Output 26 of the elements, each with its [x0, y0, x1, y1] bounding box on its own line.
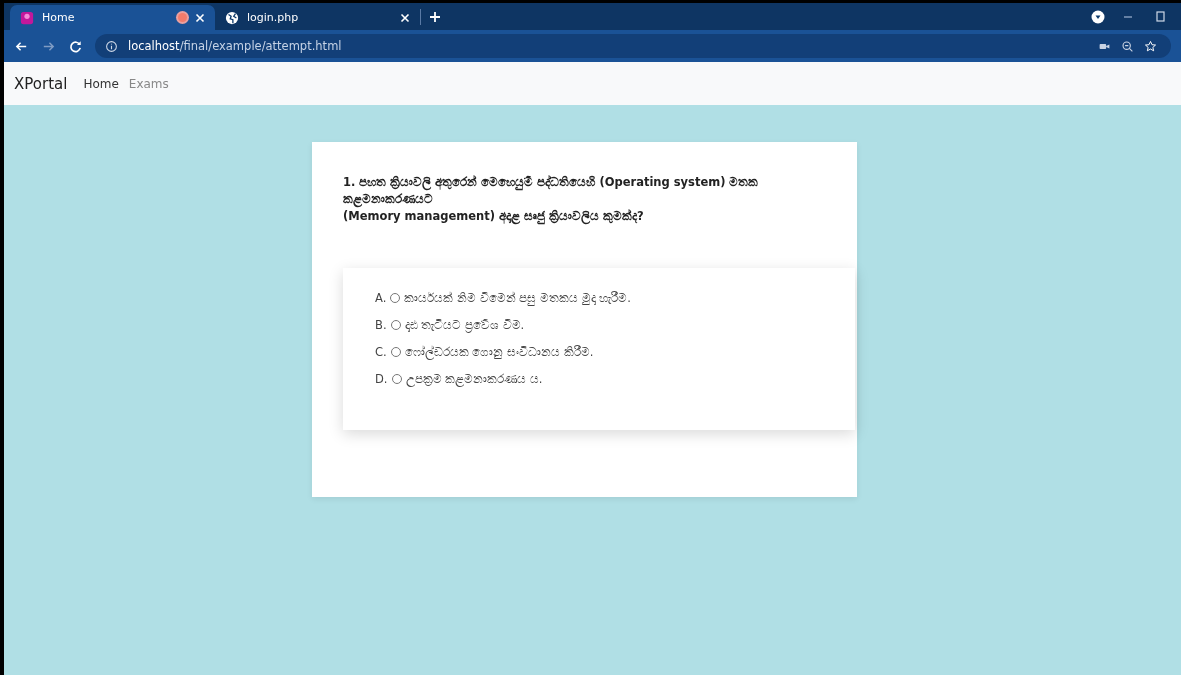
profile-icon[interactable] — [1091, 10, 1105, 24]
info-icon[interactable] — [105, 39, 118, 53]
brand-link[interactable]: XPortal — [14, 74, 68, 93]
close-icon[interactable] — [195, 12, 205, 23]
question-text: 1. පහත ක්‍රියාවලි අතුරෙන් මෙහෙයුම් පද්ධතියෙහි (Operating system) මතක කළමනාකරණයට — [343, 174, 760, 208]
option-letter: B. — [375, 317, 387, 332]
zoom-icon[interactable] — [1121, 39, 1134, 53]
option-letter: C. — [375, 344, 387, 359]
nav-link[interactable]: Home — [83, 76, 119, 91]
browser-tab[interactable]: login.php — [215, 5, 420, 30]
option-letter: D. — [375, 371, 388, 386]
browser-tab[interactable]: Home — [10, 5, 215, 30]
star-icon[interactable] — [1144, 39, 1157, 53]
globe-icon — [225, 10, 239, 25]
reload-icon[interactable] — [68, 38, 83, 54]
option-text: දෘඪ තැටියට ප්‍රවේශ වීම. — [404, 317, 525, 332]
new-tab-icon[interactable] — [429, 11, 441, 23]
address-bar[interactable]: localhost/final/example/attempt.html — [95, 34, 1171, 58]
option-text: ෆෝල්ඩරයක ගොනු සංවිධානය කිරීම. — [404, 344, 594, 359]
option-letter: A. — [375, 290, 387, 305]
option-text: කාර්යයක් නිම වීමෙන් පසු මතකය මුදා හැරීම. — [404, 290, 631, 305]
question-text: (Memory management) අදාළ සෘජු ක්‍රියාවලිය කුමක්ද? — [343, 208, 645, 225]
close-icon[interactable] — [400, 12, 410, 23]
option-text: උපක්‍රම කළමනාකරණය ය. — [405, 371, 543, 386]
app-icon — [20, 10, 34, 25]
url-text: localhost/final/example/attempt.html — [128, 39, 342, 53]
